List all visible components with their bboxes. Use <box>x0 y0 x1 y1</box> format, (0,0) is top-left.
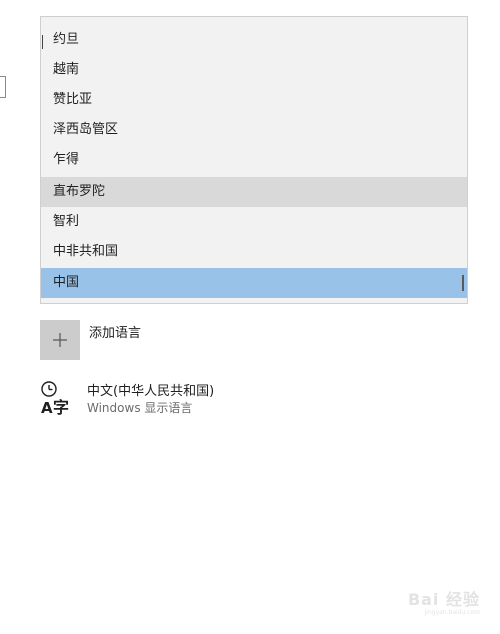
list-item[interactable]: 泽西岛管区 <box>41 115 467 145</box>
add-language-row[interactable]: 添加语言 <box>40 320 240 360</box>
language-entry-chinese[interactable]: A 字 中文(中华人民共和国) Windows 显示语言 <box>40 378 340 420</box>
list-item[interactable]: 智利 <box>41 207 467 237</box>
region-language-page: 约旦 越南 赞比亚 泽西岛管区 乍得 直布罗陀 智利 中非共和国 中国 添加语言 <box>0 0 500 634</box>
svg-text:A: A <box>41 399 53 416</box>
list-item-hovered[interactable]: 直布罗陀 <box>41 177 467 207</box>
list-item[interactable]: 越南 <box>41 55 467 85</box>
language-subtitle: Windows 显示语言 <box>87 401 193 415</box>
add-language-label[interactable]: 添加语言 <box>89 322 141 341</box>
watermark-logo: Bai 经验 <box>407 590 480 609</box>
list-item[interactable]: 中非共和国 <box>41 237 467 267</box>
list-item-selected[interactable]: 中国 <box>41 268 467 298</box>
add-language-button[interactable] <box>40 320 80 360</box>
svg-text:字: 字 <box>53 398 69 416</box>
list-item[interactable]: 乍得 <box>41 145 467 175</box>
partial-input-edge[interactable] <box>0 76 6 98</box>
country-dropdown-list[interactable]: 约旦 越南 赞比亚 泽西岛管区 乍得 直布罗陀 智利 中非共和国 中国 <box>40 16 468 304</box>
list-item[interactable]: 赞比亚 <box>41 85 467 115</box>
plus-icon <box>52 332 68 348</box>
language-name: 中文(中华人民共和国) <box>87 384 215 399</box>
list-item[interactable]: 约旦 <box>41 25 467 55</box>
list-scrollbar[interactable] <box>462 275 464 291</box>
baidu-watermark: Bai 经验 jingyan.baidu.com <box>408 592 480 616</box>
language-character-icon: A 字 <box>40 380 78 417</box>
watermark-site: jingyan.baidu.com <box>424 609 480 616</box>
